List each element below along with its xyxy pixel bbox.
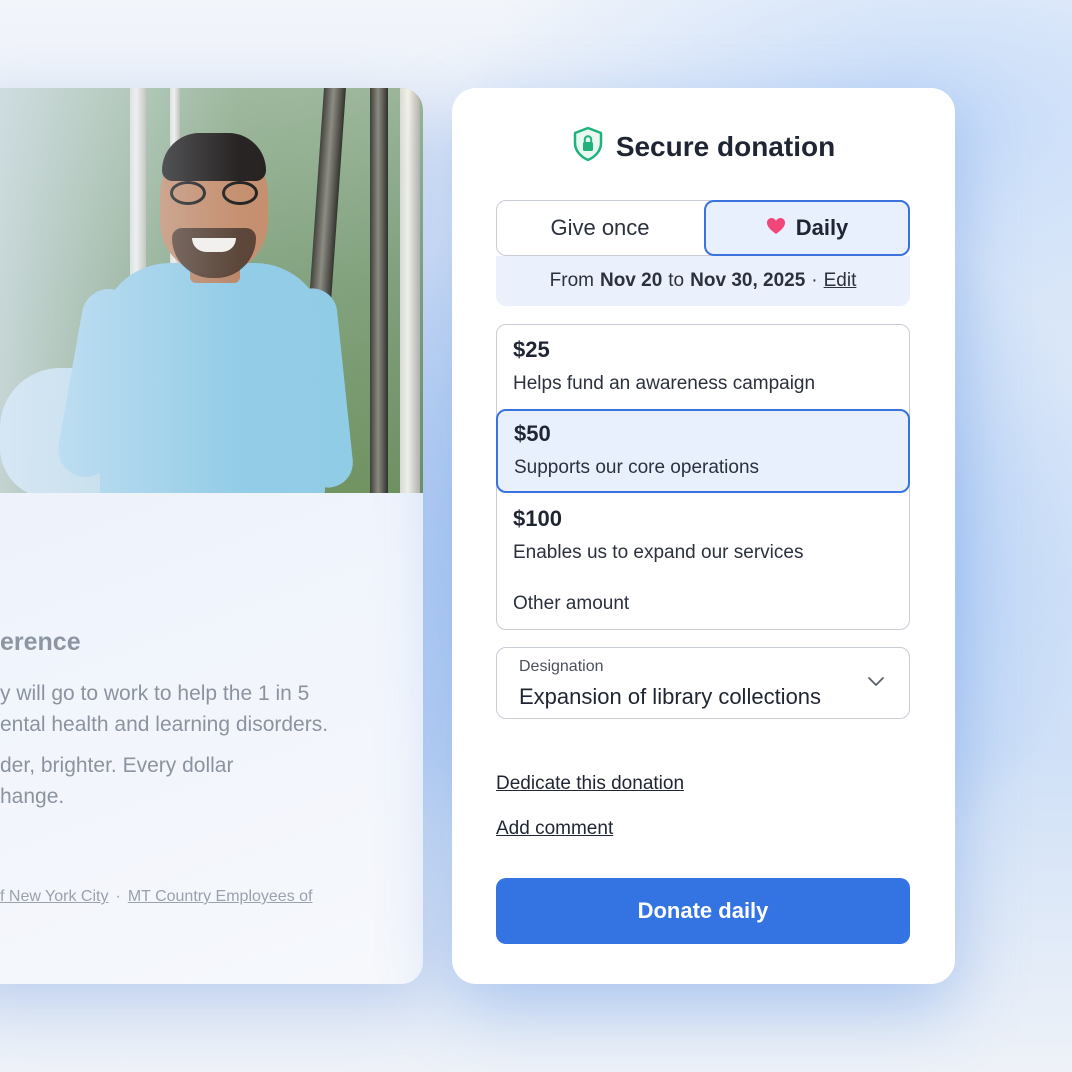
donation-period: From Nov 20 to Nov 30, 2025 · Edit xyxy=(496,256,910,306)
period-start: Nov 20 xyxy=(599,270,663,291)
give-once-label: Give once xyxy=(550,215,650,240)
designation-label: Designation xyxy=(519,658,604,675)
description-line: der, brighter. Every dollar hange. xyxy=(0,754,234,808)
campaign-title: erence xyxy=(0,628,81,656)
donate-button[interactable]: Donate daily xyxy=(496,878,910,944)
designation-select[interactable]: Designation Expansion of library collect… xyxy=(496,647,910,719)
amount-value: $25 xyxy=(513,337,550,362)
description-line: y will go to work to help the 1 in 5 enta… xyxy=(0,682,329,736)
heart-icon xyxy=(766,215,786,241)
chevron-down-icon xyxy=(867,674,885,692)
amount-value: $100 xyxy=(513,506,562,531)
card-title: Secure donation xyxy=(615,130,836,162)
campaign-links: f New York City · MT Country Employees of xyxy=(0,888,313,905)
card-header: Secure donation xyxy=(452,126,955,167)
designation-value: Expansion of library collections xyxy=(519,684,822,709)
amount-option-50[interactable]: $50 Supports our core operations xyxy=(496,409,910,493)
campaign-link-mt-country[interactable]: MT Country Employees of xyxy=(128,888,313,905)
daily-option[interactable]: Daily xyxy=(704,200,910,256)
dedicate-donation-link[interactable]: Dedicate this donation xyxy=(496,773,684,795)
shield-lock-icon xyxy=(572,126,604,167)
campaign-photo xyxy=(0,88,423,493)
add-comment-link[interactable]: Add comment xyxy=(496,818,613,840)
frequency-toggle: Give once Daily xyxy=(496,200,910,256)
donation-card: Secure donation Give once Daily From Nov… xyxy=(452,88,955,984)
campaign-card: erence y will go to work to help the 1 i… xyxy=(0,88,423,984)
period-end: Nov 30, 2025 xyxy=(690,270,806,291)
amount-options: $25 Helps fund an awareness campaign $50… xyxy=(496,324,910,630)
amount-description: Supports our core operations xyxy=(514,457,760,478)
campaign-link-nyc[interactable]: f New York City xyxy=(0,888,108,905)
amount-description: Enables us to expand our services xyxy=(513,542,804,563)
daily-label: Daily xyxy=(795,215,849,240)
edit-period-link[interactable]: Edit xyxy=(824,270,857,292)
campaign-description: y will go to work to help the 1 in 5 enta… xyxy=(0,678,423,822)
give-once-option[interactable]: Give once xyxy=(497,201,703,255)
other-amount-option[interactable]: Other amount xyxy=(513,593,629,615)
amount-option-25[interactable]: $25 Helps fund an awareness campaign xyxy=(497,337,911,395)
amount-value: $50 xyxy=(514,421,551,446)
amount-description: Helps fund an awareness campaign xyxy=(513,373,816,394)
amount-option-100[interactable]: $100 Enables us to expand our services xyxy=(497,506,911,564)
